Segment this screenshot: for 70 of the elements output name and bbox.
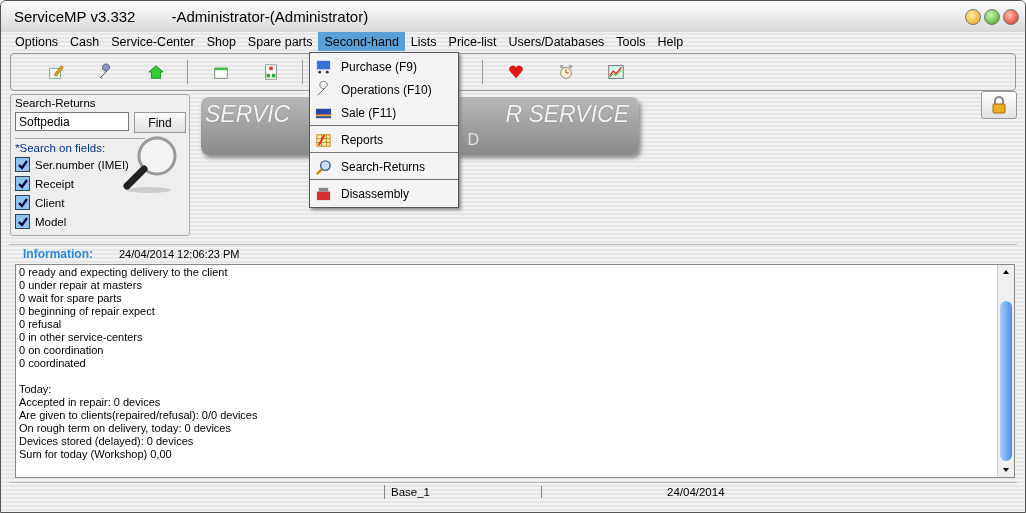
menu-item[interactable]: Tools [610, 32, 652, 51]
summary-line: Sum for today (Workshop) 0,00 [19, 448, 173, 461]
checkbox-label: Client [35, 196, 65, 209]
menu-option[interactable]: Sale (F11) [310, 101, 458, 126]
menu-item[interactable]: Spare parts [241, 32, 319, 51]
checkbox-label: Model [35, 215, 67, 228]
cart-icon [315, 58, 332, 75]
menu-item[interactable]: Service-Center [105, 32, 201, 51]
padlock-icon [989, 95, 1009, 115]
maximize-button[interactable] [984, 8, 1000, 25]
minimize-button[interactable] [965, 8, 981, 25]
banner-subtext: D [467, 131, 479, 149]
date-status: 24/04/2014 [667, 486, 725, 498]
checkbox[interactable] [15, 176, 30, 191]
pencil-icon[interactable] [47, 63, 65, 81]
search-field[interactable]: Softpedia [15, 112, 129, 131]
toolbox-icon [315, 185, 332, 202]
house-icon[interactable] [147, 63, 165, 81]
heart-icon[interactable] [507, 63, 525, 81]
checkbox-label: Receipt [35, 177, 74, 190]
scrollbar[interactable] [997, 265, 1014, 477]
find-button[interactable]: Find [134, 112, 186, 133]
menu-option[interactable]: Purchase (F9) [310, 55, 458, 78]
scroll-up-icon[interactable] [1002, 268, 1010, 276]
menu-item[interactable]: Help [651, 32, 690, 51]
chart-icon[interactable] [607, 63, 625, 81]
table-icon [315, 131, 332, 149]
summary-line: Today: [19, 383, 53, 396]
fields-label: *Search on fields: [15, 142, 106, 154]
status-line: 0 refusal [19, 318, 63, 331]
window-title: ServiceMP v3.332 [14, 8, 136, 25]
menu-option[interactable]: Search-Returns [310, 155, 458, 180]
menu-item[interactable]: Users/Databases [502, 32, 611, 51]
database-status: Base_1 [385, 486, 542, 498]
menu-option[interactable]: Disassembly [310, 182, 458, 205]
summary-line: Accepted in repair: 0 devices [19, 396, 162, 409]
menu-option[interactable]: Reports [310, 128, 458, 153]
menu-item[interactable]: Options [9, 32, 65, 51]
banner-text: SERVIC [205, 100, 291, 129]
status-line: 0 on coordination [19, 344, 105, 357]
status-line: 0 ready and expecting delivery to the client [19, 266, 229, 279]
menu-item[interactable]: Shop [200, 32, 242, 51]
menu-item[interactable]: Cash [64, 32, 106, 51]
menu-option[interactable]: Operations (F10) [310, 78, 458, 101]
scroll-down-icon[interactable] [1002, 466, 1010, 474]
status-line: 0 in other service-centers [19, 331, 144, 344]
checkbox-label: Ser.number (IMEI) [35, 158, 129, 171]
menu-item[interactable]: Lists [404, 32, 443, 51]
status-line: 0 coordinated [19, 357, 87, 370]
menu-item[interactable]: Second-hand [318, 32, 405, 51]
summary-line: On rough term on delivery, today: 0 devices [19, 422, 232, 435]
banner-text: R SERVICE [505, 100, 629, 129]
alarm-clock-icon[interactable] [557, 63, 575, 81]
status-line: 0 wait for spare parts [19, 292, 123, 305]
status-line: 0 under repair at masters [19, 279, 143, 292]
window-user: -Administrator-(Administrator) [171, 8, 369, 25]
search-icon [315, 158, 332, 176]
checkbox[interactable] [15, 195, 30, 210]
menu-item[interactable]: Price-list [442, 32, 503, 51]
close-button[interactable] [1003, 8, 1019, 25]
panel-title: Search-Returns [15, 97, 97, 109]
information-label: Information: [23, 247, 93, 261]
summary-line: Devices stored (delayed): 0 devices [19, 435, 195, 448]
timestamp: 24/04/2014 12:06:23 PM [119, 248, 240, 260]
lock-button[interactable] [981, 91, 1017, 119]
status-line: 0 beginning of repair expect [19, 305, 156, 318]
summary-line: Are given to clients(repaired/refusal): 0/0 devices [19, 409, 259, 422]
information-text-area[interactable] [15, 264, 1015, 478]
checkbox[interactable] [15, 157, 30, 172]
checkbox[interactable] [15, 214, 30, 229]
